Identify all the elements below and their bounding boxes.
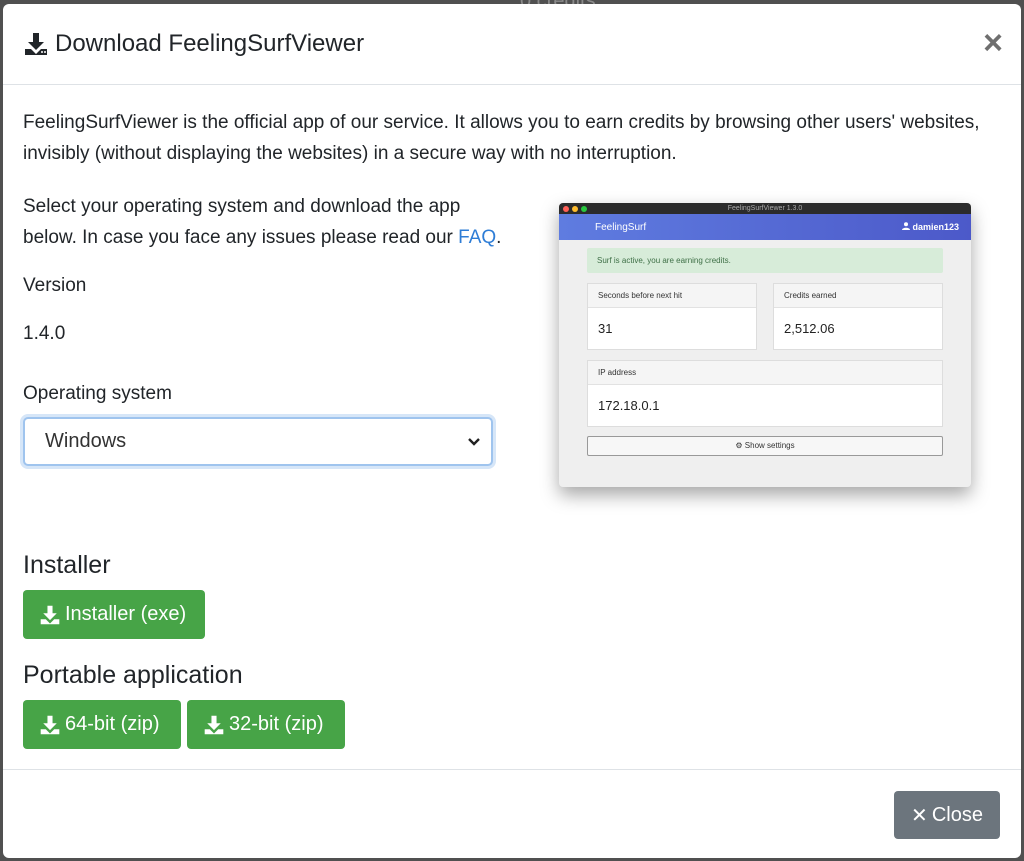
preview-seconds-card: Seconds before next hit 31 (587, 283, 757, 350)
download-icon (40, 715, 60, 734)
close-button-label: Close (931, 803, 983, 826)
download-32bit-label: 32-bit (zip) (229, 713, 324, 735)
download-icon (204, 715, 224, 734)
installer-exe-button[interactable]: Installer (exe) (23, 590, 205, 639)
faq-link[interactable]: FAQ (458, 227, 496, 248)
preview-settings-button: ⚙ Show settings (587, 436, 943, 456)
user-icon (901, 222, 910, 230)
select-instructions-text: Select your operating system and downloa… (23, 196, 461, 248)
preview-credits-label: Credits earned (774, 284, 942, 308)
download-32bit-button[interactable]: 32-bit (zip) (187, 700, 345, 749)
modal-body: FeelingSurfViewer is the official app of… (3, 85, 1021, 769)
gear-icon: ⚙ (735, 441, 743, 450)
close-icon[interactable]: × (983, 26, 1003, 60)
preview-credits-value: 2,512.06 (784, 321, 835, 336)
close-dot-icon (563, 206, 569, 212)
modal-header: Download FeelingSurfViewer × (3, 4, 1021, 85)
preview-user: damien123 (901, 222, 959, 232)
modal-footer: ✕ Close (3, 769, 1021, 858)
download-icon (40, 605, 60, 624)
select-instructions-end: . (496, 227, 502, 248)
preview-stats: Seconds before next hit 31 Credits earne… (587, 283, 943, 350)
preview-seconds-value: 31 (598, 321, 613, 336)
modal-title-text: Download FeelingSurfViewer (55, 30, 365, 57)
preview-app-name: FeelingSurf (595, 221, 647, 233)
close-icon: ✕ (911, 804, 928, 827)
download-icon (25, 33, 47, 55)
os-selected-value: Windows (45, 430, 127, 452)
preview-credits-card: Credits earned 2,512.06 (773, 283, 943, 350)
preview-ip-label: IP address (588, 361, 942, 385)
select-instructions: Select your operating system and downloa… (23, 191, 503, 253)
minimize-dot-icon (572, 206, 578, 212)
preview-window-title: FeelingSurfViewer 1.3.0 (727, 205, 803, 212)
portable-heading: Portable application (23, 661, 243, 689)
preview-settings-label: Show settings (744, 441, 795, 450)
preview-header: FeelingSurf damien123 (559, 214, 971, 240)
installer-exe-label: Installer (exe) (65, 603, 187, 625)
download-64bit-button[interactable]: 64-bit (zip) (23, 700, 181, 749)
preview-ip-value: 172.18.0.1 (598, 398, 660, 413)
preview-ip-card: IP address 172.18.0.1 (587, 360, 943, 427)
modal-title: Download FeelingSurfViewer (23, 30, 364, 58)
download-options: Select your operating system and downloa… (23, 191, 503, 466)
preview-username: damien123 (912, 222, 959, 232)
intro-text: FeelingSurfViewer is the official app of… (23, 112, 980, 164)
installer-heading: Installer (23, 551, 111, 579)
os-select[interactable]: Windows (23, 417, 493, 466)
close-button[interactable]: ✕ Close (894, 791, 1000, 839)
download-64bit-label: 64-bit (zip) (65, 713, 160, 735)
preview-alert: Surf is active, you are earning credits. (587, 248, 943, 273)
os-label: Operating system (23, 383, 172, 404)
version-value: 1.4.0 (23, 323, 66, 344)
chevron-down-icon (468, 437, 480, 446)
version-label: Version (23, 275, 87, 296)
maximize-dot-icon (581, 206, 587, 212)
preview-seconds-label: Seconds before next hit (588, 284, 756, 308)
app-preview-screenshot: FeelingSurfViewer 1.3.0 FeelingSurf dami… (559, 203, 971, 487)
preview-titlebar: FeelingSurfViewer 1.3.0 (559, 203, 971, 214)
download-modal: Download FeelingSurfViewer × FeelingSurf… (3, 4, 1021, 858)
